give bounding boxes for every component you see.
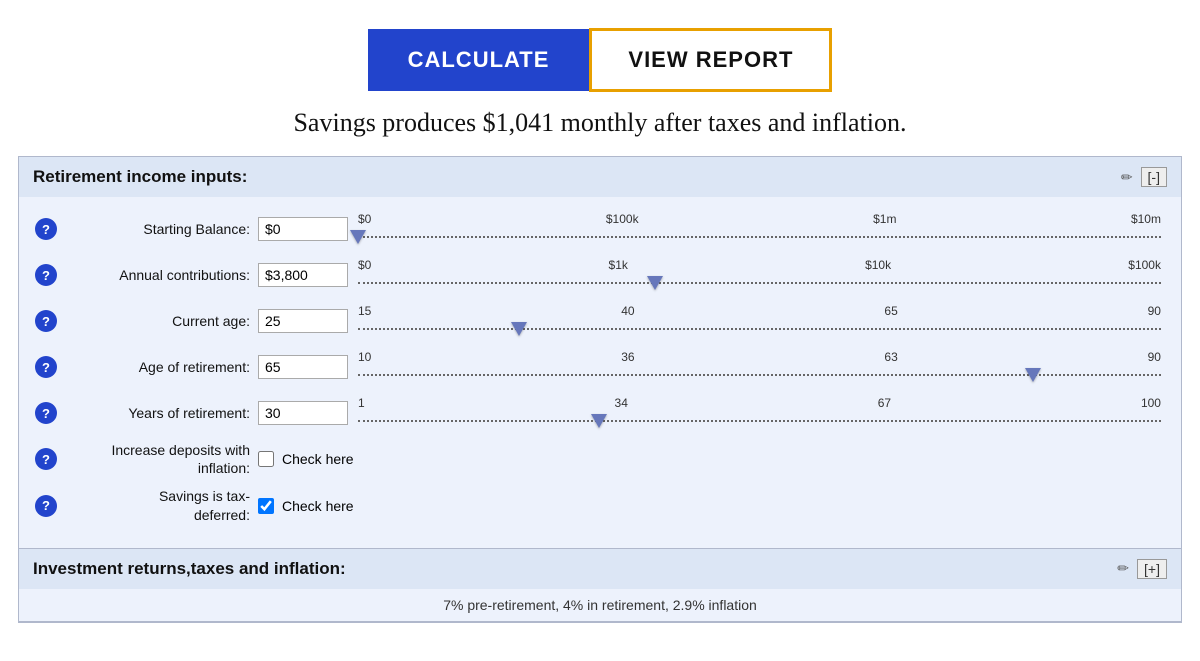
field-years-retirement[interactable]: [258, 401, 348, 425]
investment-sub-text: 7% pre-retirement, 4% in retirement, 2.9…: [19, 589, 1181, 621]
checkbox-label-inflation: Check here: [282, 451, 354, 467]
slider-label-sb-0: $0: [358, 212, 371, 226]
dotted-line-ca: [358, 328, 1161, 330]
retirement-inputs-body: ? Starting Balance: $0 $100k $1m $10m: [19, 197, 1181, 548]
slider-years-retirement: 1 34 67 100: [358, 396, 1161, 430]
slider-label-ar-36: 36: [621, 350, 634, 364]
thumb-annual-contributions[interactable]: [647, 276, 663, 290]
help-circle-years-retirement[interactable]: ?: [35, 402, 57, 424]
help-starting-balance: ?: [31, 218, 61, 240]
retirement-section-controls: ✏ [-]: [1121, 167, 1167, 187]
help-circle-tax-deferred[interactable]: ?: [35, 495, 57, 517]
investment-section: Investment returns,taxes and inflation: …: [19, 549, 1181, 622]
help-annual-contributions: ?: [31, 264, 61, 286]
checkbox-area-inflation: Check here: [258, 451, 354, 467]
help-circle-age-retirement[interactable]: ?: [35, 356, 57, 378]
retirement-section-title: Retirement income inputs:: [33, 167, 247, 187]
help-circle-current-age[interactable]: ?: [35, 310, 57, 332]
help-age-retirement: ?: [31, 356, 61, 378]
label-current-age: Current age:: [63, 313, 258, 329]
label-age-retirement: Age of retirement:: [63, 359, 258, 375]
slider-label-sb-1m: $1m: [873, 212, 896, 226]
label-years-retirement: Years of retirement:: [63, 405, 258, 421]
slider-label-sb-100k: $100k: [606, 212, 639, 226]
investment-edit-icon[interactable]: ✏: [1117, 560, 1129, 577]
help-tax-deferred: ?: [31, 495, 61, 517]
label-starting-balance: Starting Balance:: [63, 221, 258, 237]
retirement-section: Retirement income inputs: ✏ [-] ? Starti…: [19, 157, 1181, 549]
slider-label-yr-100: 100: [1141, 396, 1161, 410]
input-row-age-retirement: ? Age of retirement: 10 36 63 90: [19, 349, 1181, 385]
slider-label-ca-15: 15: [358, 304, 371, 318]
retirement-section-header: Retirement income inputs: ✏ [-]: [19, 157, 1181, 197]
input-row-starting-balance: ? Starting Balance: $0 $100k $1m $10m: [19, 211, 1181, 247]
slider-label-ac-0: $0: [358, 258, 371, 272]
field-annual-contributions[interactable]: [258, 263, 348, 287]
retirement-edit-icon[interactable]: ✏: [1121, 169, 1133, 186]
slider-label-ca-40: 40: [621, 304, 634, 318]
retirement-collapse-button[interactable]: [-]: [1141, 167, 1167, 187]
slider-starting-balance: $0 $100k $1m $10m: [358, 212, 1161, 246]
slider-current-age: 15 40 65 90: [358, 304, 1161, 338]
help-circle-annual-contributions[interactable]: ?: [35, 264, 57, 286]
help-inflation: ?: [31, 448, 61, 470]
checkbox-row-inflation: ? Increase deposits withinflation: Check…: [19, 441, 1181, 477]
input-row-years-retirement: ? Years of retirement: 1 34 67 100: [19, 395, 1181, 431]
thumb-years-retirement[interactable]: [591, 414, 607, 428]
checkbox-area-tax-deferred: Check here: [258, 498, 354, 514]
dotted-line-ac: [358, 282, 1161, 284]
help-current-age: ?: [31, 310, 61, 332]
slider-label-ar-90: 90: [1148, 350, 1161, 364]
slider-annual-contributions: $0 $1k $10k $100k: [358, 258, 1161, 292]
slider-age-retirement: 10 36 63 90: [358, 350, 1161, 384]
slider-label-yr-67: 67: [878, 396, 891, 410]
checkbox-tax-deferred[interactable]: [258, 498, 274, 514]
checkbox-row-tax-deferred: ? Savings is tax-deferred: Check here: [19, 487, 1181, 523]
help-circle-inflation[interactable]: ?: [35, 448, 57, 470]
top-buttons: CALCULATE VIEW REPORT: [0, 0, 1200, 108]
investment-section-controls: ✏ [+]: [1117, 559, 1167, 579]
help-circle-starting-balance[interactable]: ?: [35, 218, 57, 240]
slider-label-yr-34: 34: [615, 396, 628, 410]
slider-label-ar-63: 63: [884, 350, 897, 364]
field-current-age[interactable]: [258, 309, 348, 333]
dotted-line-ar: [358, 374, 1161, 376]
view-report-button[interactable]: VIEW REPORT: [589, 28, 832, 92]
slider-label-sb-10m: $10m: [1131, 212, 1161, 226]
field-age-retirement[interactable]: [258, 355, 348, 379]
investment-expand-button[interactable]: [+]: [1137, 559, 1167, 579]
checkbox-inflation[interactable]: [258, 451, 274, 467]
thumb-age-retirement[interactable]: [1025, 368, 1041, 382]
input-row-current-age: ? Current age: 15 40 65 90: [19, 303, 1181, 339]
slider-label-ac-10k: $10k: [865, 258, 891, 272]
label-inflation: Increase deposits withinflation:: [63, 441, 258, 477]
slider-label-yr-1: 1: [358, 396, 365, 410]
slider-label-ca-90: 90: [1148, 304, 1161, 318]
investment-section-header: Investment returns,taxes and inflation: …: [19, 549, 1181, 589]
checkbox-label-tax-deferred: Check here: [282, 498, 354, 514]
slider-label-ac-1k: $1k: [609, 258, 628, 272]
thumb-current-age[interactable]: [511, 322, 527, 336]
help-years-retirement: ?: [31, 402, 61, 424]
calculate-button[interactable]: CALCULATE: [368, 29, 590, 91]
slider-label-ac-100k: $100k: [1128, 258, 1161, 272]
field-starting-balance[interactable]: [258, 217, 348, 241]
investment-section-title: Investment returns,taxes and inflation:: [33, 559, 346, 579]
dotted-line-sb: [358, 236, 1161, 238]
thumb-starting-balance[interactable]: [350, 230, 366, 244]
label-tax-deferred: Savings is tax-deferred:: [63, 487, 258, 523]
input-row-annual-contributions: ? Annual contributions: $0 $1k $10k $100…: [19, 257, 1181, 293]
dotted-line-yr: [358, 420, 1161, 422]
main-container: Retirement income inputs: ✏ [-] ? Starti…: [18, 156, 1182, 623]
slider-label-ca-65: 65: [884, 304, 897, 318]
slider-label-ar-10: 10: [358, 350, 371, 364]
label-annual-contributions: Annual contributions:: [63, 267, 258, 283]
summary-text: Savings produces $1,041 monthly after ta…: [0, 108, 1200, 138]
